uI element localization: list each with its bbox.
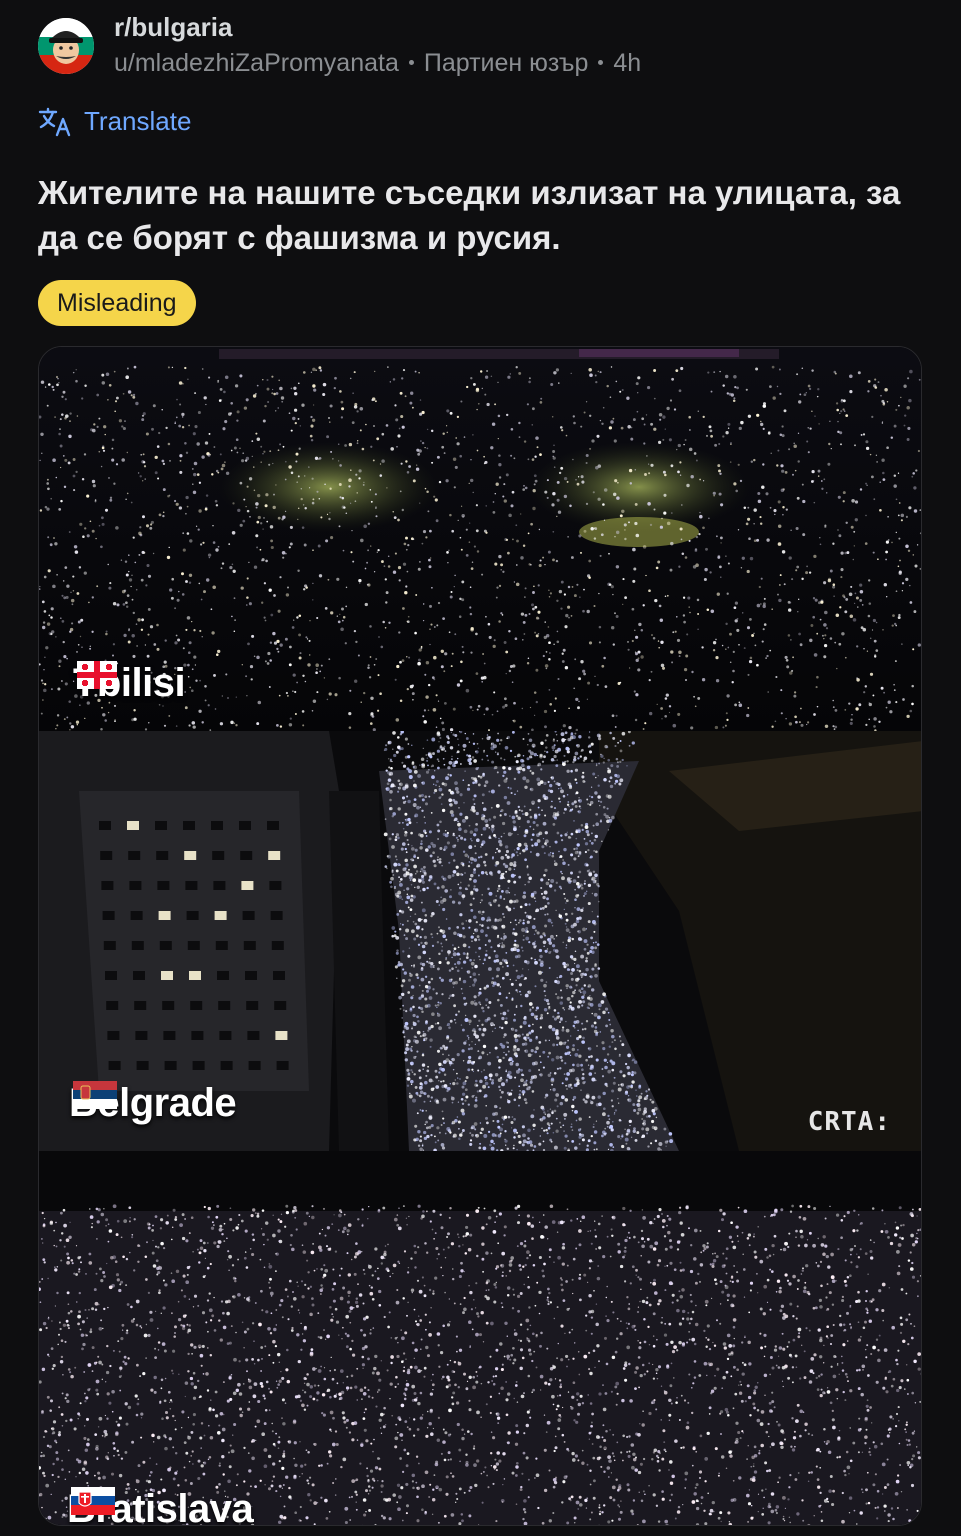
city-label-tbilisi: Tbilisi: [73, 661, 186, 706]
crta-watermark: CRTA:: [807, 1107, 891, 1137]
slovakia-flag-icon: [71, 1487, 115, 1515]
author-name[interactable]: u/mladezhiZaPromyanata: [114, 49, 399, 77]
georgia-flag-icon: [77, 661, 117, 689]
translate-label: Translate: [84, 106, 192, 136]
post-media-image[interactable]: Tbilisi Belgrade CRTA: Bratislava: [38, 346, 922, 1526]
belgrade-panel: Belgrade CRTA:: [39, 731, 921, 1151]
serbia-flag-icon: [73, 1081, 117, 1109]
city-label-belgrade: Belgrade: [69, 1081, 237, 1126]
post-meta: r/bulgaria u/mladezhiZaPromyanata Партиен…: [114, 12, 641, 80]
post-age: 4h: [613, 49, 642, 77]
separator-dot: [408, 59, 414, 65]
translate-button[interactable]: Translate: [38, 106, 191, 137]
separator-dot: [598, 59, 604, 65]
post-flair-badge[interactable]: Misleading: [38, 280, 196, 326]
post-header: r/bulgaria u/mladezhiZaPromyanata Партиен…: [38, 12, 641, 80]
post-title[interactable]: Жителите на нашите съседки излизат на ул…: [38, 170, 918, 260]
tbilisi-panel: Tbilisi: [39, 347, 921, 731]
user-flair: Партиен юзър: [423, 49, 589, 77]
city-label-bratislava: Bratislava: [67, 1487, 254, 1525]
subreddit-avatar[interactable]: [38, 18, 94, 74]
byline: u/mladezhiZaPromyanata Партиен юзър 4h: [114, 46, 641, 80]
translate-icon: [38, 107, 71, 136]
subreddit-name[interactable]: r/bulgaria: [114, 12, 641, 42]
bratislava-panel: Bratislava: [39, 1151, 921, 1525]
